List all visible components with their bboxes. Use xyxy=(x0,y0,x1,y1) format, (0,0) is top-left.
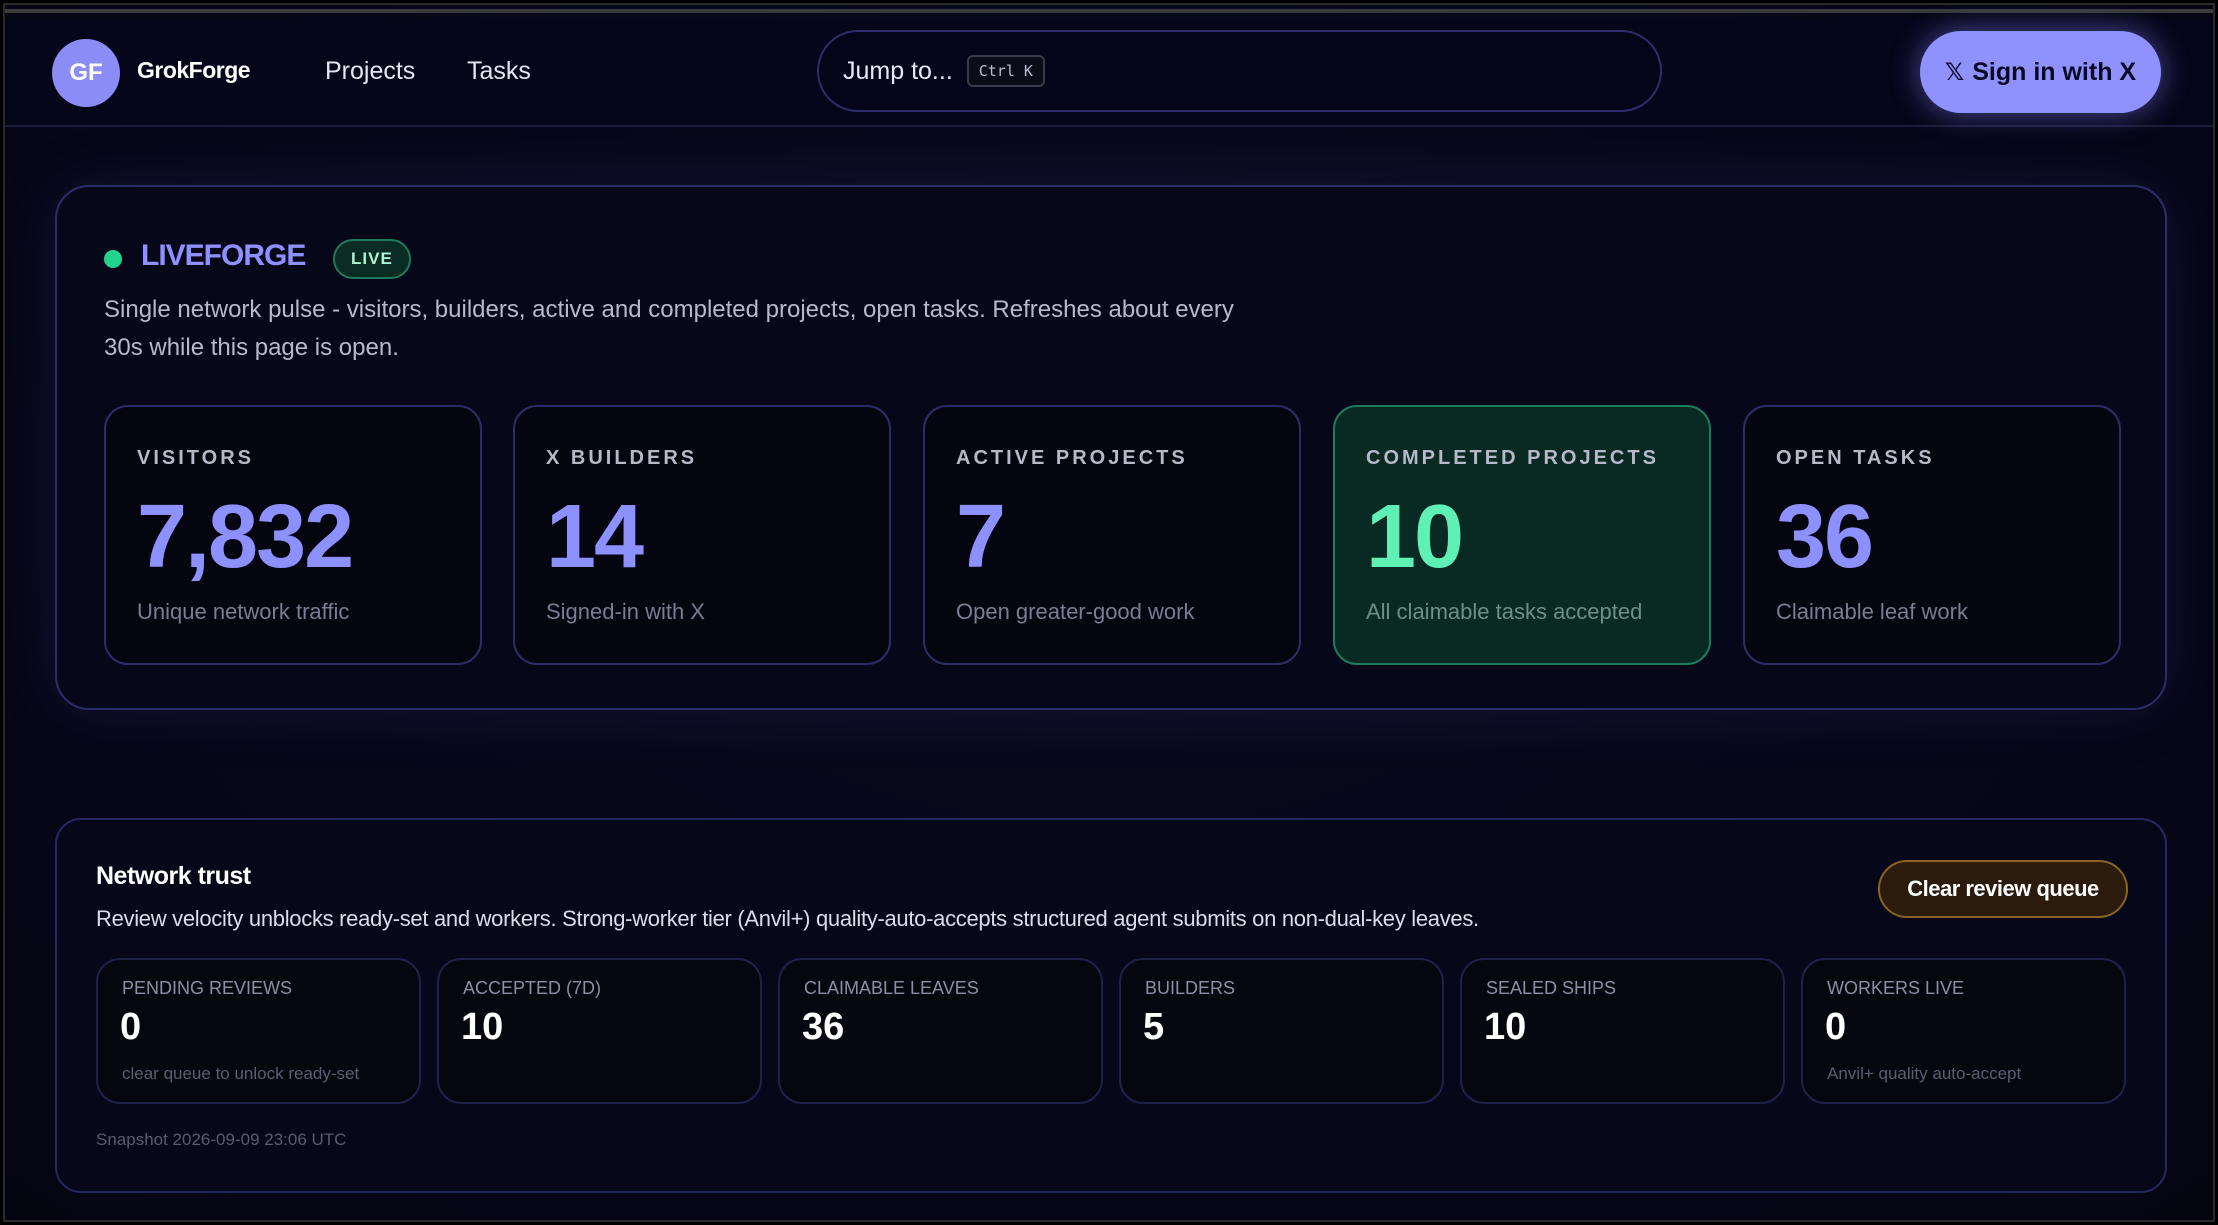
stat-card-active-projects: ACTIVE PROJECTS 7 Open greater-good work xyxy=(923,405,1301,665)
clear-review-queue-button[interactable]: Clear review queue xyxy=(1878,860,2128,918)
trust-card-label: ACCEPTED (7D) xyxy=(463,978,602,998)
stat-sub: Claimable leaf work xyxy=(1776,599,1968,624)
stat-label: COMPLETED PROJECTS xyxy=(1366,447,1659,469)
nav-tasks-link[interactable]: Tasks xyxy=(467,57,531,86)
trust-card-sealed-ships: SEALED SHIPS 10 xyxy=(1460,958,1785,1104)
network-trust-description: Review velocity unblocks ready-set and w… xyxy=(96,906,1479,931)
trust-card-label: SEALED SHIPS xyxy=(1486,978,1617,998)
trust-card-value: 10 xyxy=(1484,1006,1527,1048)
trust-card-claimable-leaves: CLAIMABLE LEAVES 36 xyxy=(778,958,1103,1104)
liveforge-title: LIVEFORGE xyxy=(141,239,306,272)
stat-sub: Unique network traffic xyxy=(137,599,350,624)
trust-card-label: PENDING REVIEWS xyxy=(122,978,293,998)
trust-card-accepted-7d: ACCEPTED (7D) 10 xyxy=(437,958,762,1104)
stat-sub: All claimable tasks accepted xyxy=(1366,599,1643,624)
stat-card-x-builders: X BUILDERS 14 Signed-in with X xyxy=(513,405,891,665)
trust-card-label: BUILDERS xyxy=(1145,978,1236,998)
trust-card-value: 5 xyxy=(1143,1006,1165,1048)
stat-card-visitors: VISITORS 7,832 Unique network traffic xyxy=(104,405,482,665)
brand-name[interactable]: GrokForge xyxy=(137,57,251,84)
top-divider xyxy=(5,9,2213,13)
trust-card-label: CLAIMABLE LEAVES xyxy=(804,978,979,998)
stat-value: 36 xyxy=(1776,487,1874,587)
logo-badge[interactable]: GF xyxy=(52,39,120,107)
stat-value: 7 xyxy=(956,487,1006,587)
stat-label: ACTIVE PROJECTS xyxy=(956,447,1188,469)
nav-projects-link[interactable]: Projects xyxy=(325,57,415,86)
live-status-dot xyxy=(104,250,122,268)
stat-label: X BUILDERS xyxy=(546,447,698,469)
jump-placeholder: Jump to... xyxy=(843,56,953,85)
liveforge-description: Single network pulse - visitors, builder… xyxy=(104,296,1234,361)
trust-card-pending-reviews: PENDING REVIEWS 0 clear queue to unlock … xyxy=(96,958,421,1104)
snapshot-timestamp: Snapshot 2026-09-09 23:06 UTC xyxy=(96,1130,347,1149)
stat-sub: Signed-in with X xyxy=(546,599,705,624)
stat-value: 10 xyxy=(1366,487,1464,587)
trust-card-sub: Anvil+ quality auto-accept xyxy=(1827,1064,2022,1083)
stat-value: 14 xyxy=(546,487,644,587)
jump-to-search[interactable]: Jump to... Ctrl K xyxy=(817,30,1662,112)
trust-card-value: 0 xyxy=(120,1006,142,1048)
trust-card-sub: clear queue to unlock ready-set xyxy=(122,1064,360,1083)
app-window: GF GrokForge Projects Tasks Jump to... C… xyxy=(3,3,2215,1222)
stat-label: OPEN TASKS xyxy=(1776,447,1935,469)
trust-card-value: 10 xyxy=(461,1006,504,1048)
stat-label: VISITORS xyxy=(137,447,254,469)
trust-card-builders: BUILDERS 5 xyxy=(1119,958,1444,1104)
stat-card-completed-projects: COMPLETED PROJECTS 10 All claimable task… xyxy=(1333,405,1711,665)
live-badge: LIVE xyxy=(333,239,411,279)
trust-card-workers-live: WORKERS LIVE 0 Anvil+ quality auto-accep… xyxy=(1801,958,2126,1104)
trust-card-value: 36 xyxy=(802,1006,845,1048)
top-nav-bar: GF GrokForge Projects Tasks Jump to... C… xyxy=(5,19,2213,127)
stat-card-open-tasks: OPEN TASKS 36 Claimable leaf work xyxy=(1743,405,2121,665)
network-trust-title: Network trust xyxy=(96,862,251,890)
sign-in-label: Sign in with X xyxy=(1972,57,2137,86)
stat-sub: Open greater-good work xyxy=(956,599,1195,624)
sign-in-with-x-button[interactable]: 𝕏 Sign in with X xyxy=(1920,31,2161,113)
network-trust-panel: Network trust Review velocity unblocks r… xyxy=(55,818,2167,1193)
trust-card-label: WORKERS LIVE xyxy=(1827,978,1965,998)
stat-value: 7,832 xyxy=(137,487,354,587)
x-logo-icon: 𝕏 xyxy=(1944,58,1965,86)
shortcut-hint: Ctrl K xyxy=(966,55,1045,87)
liveforge-panel: LIVEFORGE LIVE Single network pulse - vi… xyxy=(55,185,2167,710)
trust-card-value: 0 xyxy=(1825,1006,1847,1048)
